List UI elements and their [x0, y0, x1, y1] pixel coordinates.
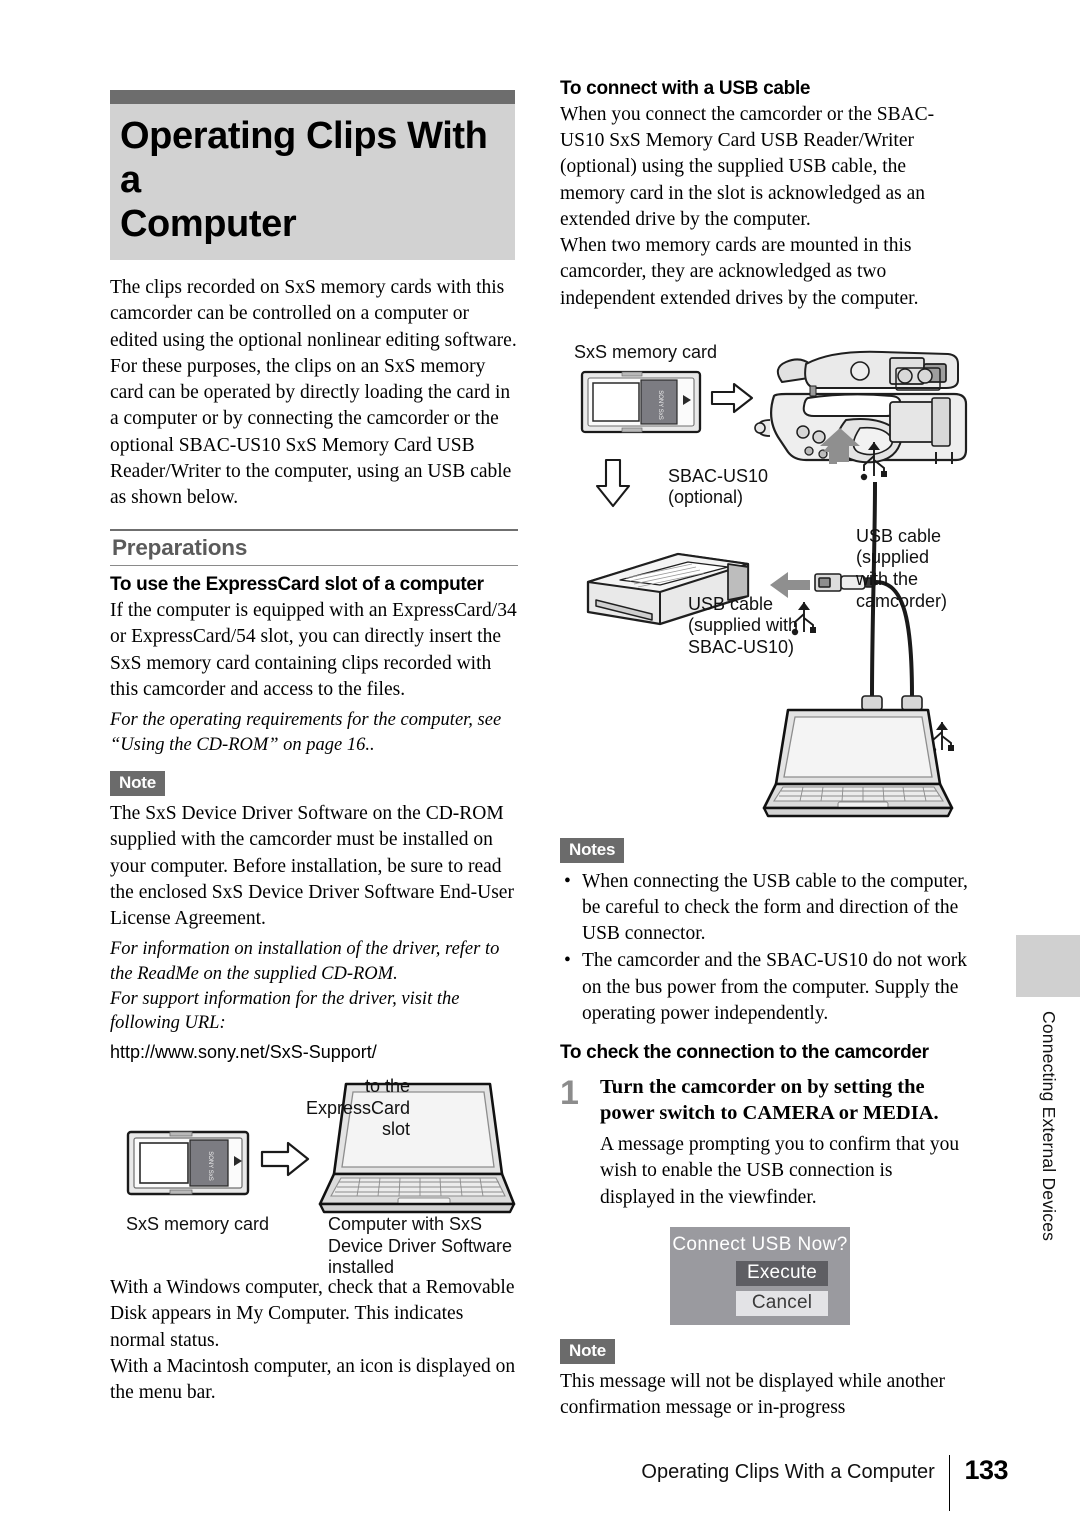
subheading-usb-cable: To connect with a USB cable [560, 78, 811, 99]
usb-paragraph-2: When two memory cards are mounted in thi… [560, 235, 919, 309]
step-body-text: A message prompting you to confirm that … [600, 1134, 960, 1208]
notes-list: When connecting the USB cable to the com… [560, 869, 972, 1027]
side-tab-label: Connecting External Devices [1039, 1011, 1059, 1242]
expresscard-crossref: For the operating requirements for the c… [110, 710, 502, 755]
page-title-line2: Computer [120, 203, 297, 246]
subheading-check-connection: To check the connection to the camcorder [560, 1042, 929, 1064]
page-title: Operating Clips With a Computer [110, 104, 515, 246]
viewfinder-title: Connect USB Now? [672, 1233, 848, 1255]
note-badge: Note [110, 771, 165, 797]
page-title-line1: Operating Clips With a [120, 115, 488, 202]
viewfinder-dialog: Connect USB Now? Execute Cancel [670, 1226, 850, 1325]
right-column: To connect with a USB cable When you con… [560, 78, 972, 1421]
note-crossref-2: For support information for the driver, … [110, 988, 460, 1034]
notes-badge-wrapper: Notes [560, 837, 972, 863]
note-item: When connecting the USB cable to the com… [562, 869, 972, 948]
usb-paragraph-1: When you connect the camcorder or the SB… [560, 104, 935, 230]
left-column: Operating Clips With a Computer The clip… [110, 90, 518, 1406]
note-body-right: This message will not be displayed while… [560, 1370, 946, 1418]
intro-paragraph-1: The clips recorded on SxS memory cards w… [110, 277, 517, 351]
sxs-card-illustration-right: SONY SxS [580, 370, 702, 433]
figure-expresscard-slot: SONY SxS to the ExpressCard slot SxS mem… [110, 1070, 518, 1277]
step-title: Turn the camcorder on by setting the pow… [600, 1076, 939, 1125]
execute-button[interactable]: Execute [736, 1260, 828, 1286]
closing-paragraph-1: With a Windows computer, check that a Re… [110, 1277, 515, 1351]
note-badge: Note [560, 1338, 615, 1364]
label-expresscard-slot: to the ExpressCard slot [305, 1076, 410, 1140]
notes-badge: Notes [560, 837, 625, 863]
intro-paragraph-2: For these purposes, the clips on an SxS … [110, 355, 512, 508]
sxs-card-illustration: SONY SxS [126, 1130, 250, 1196]
label-sbac-us10: SBAC-US10 (optional) [668, 465, 769, 508]
support-url[interactable]: http://www.sony.net/SxS-Support/ [110, 1041, 518, 1064]
title-accent-bar [110, 90, 515, 104]
svg-text:SONY SxS: SONY SxS [207, 1151, 213, 1181]
label-sxs-memory-card-right: SxS memory card [574, 341, 718, 362]
note-badge-wrapper-right: Note [560, 1338, 972, 1364]
figure-usb-connection: SONY SxS SxS memory card SBAC-US10 (opti… [560, 324, 972, 824]
camcorder-illustration [754, 350, 968, 464]
insert-arrow-right-icon [710, 382, 754, 413]
note-crossref-1: For information on installation of the d… [110, 939, 500, 984]
note-badge-wrapper-left: Note [110, 771, 518, 797]
label-computer-with-driver: Computer with SxS Device Driver Software… [328, 1214, 513, 1278]
chapter-title-block: Operating Clips With a Computer [110, 90, 515, 261]
page-number: 133 [964, 1455, 1008, 1485]
svg-text:SONY SxS: SONY SxS [657, 390, 663, 420]
insert-arrow-icon [260, 1142, 310, 1177]
label-sxs-memory-card-left: SxS memory card [126, 1214, 270, 1235]
label-usb-cable-sbac: USB cable (supplied with SBAC-US10) [688, 593, 799, 657]
step-content: Turn the camcorder on by setting the pow… [600, 1074, 972, 1211]
closing-paragraph-2: With a Macintosh computer, an icon is di… [110, 1355, 516, 1403]
side-thumb-tab: Connecting External Devices [1008, 935, 1080, 1241]
side-tab-block [1016, 935, 1080, 997]
footer-title: Operating Clips With a Computer [641, 1461, 935, 1483]
note-body-left: The SxS Device Driver Software on the CD… [110, 803, 514, 930]
expresscard-body: If the computer is equipped with an Expr… [110, 600, 517, 700]
laptop-illustration-right [762, 708, 954, 817]
section-heading-label: Preparations [112, 535, 248, 561]
label-usb-cable-camcorder: USB cable (supplied with the camcorder) [856, 525, 948, 611]
page-footer: Operating Clips With a Computer 133 [0, 1455, 1080, 1515]
subheading-expresscard: To use the ExpressCard slot of a compute… [110, 574, 484, 596]
preparations-section-heading: Preparations [110, 529, 518, 567]
step-1: 1 Turn the camcorder on by setting the p… [560, 1074, 972, 1211]
step-number: 1 [560, 1074, 579, 1113]
manual-page: Operating Clips With a Computer The clip… [0, 0, 1080, 1529]
note-item: The camcorder and the SBAC-US10 do not w… [562, 948, 972, 1027]
insert-arrow-down-icon [595, 458, 631, 507]
cancel-button[interactable]: Cancel [736, 1290, 828, 1316]
